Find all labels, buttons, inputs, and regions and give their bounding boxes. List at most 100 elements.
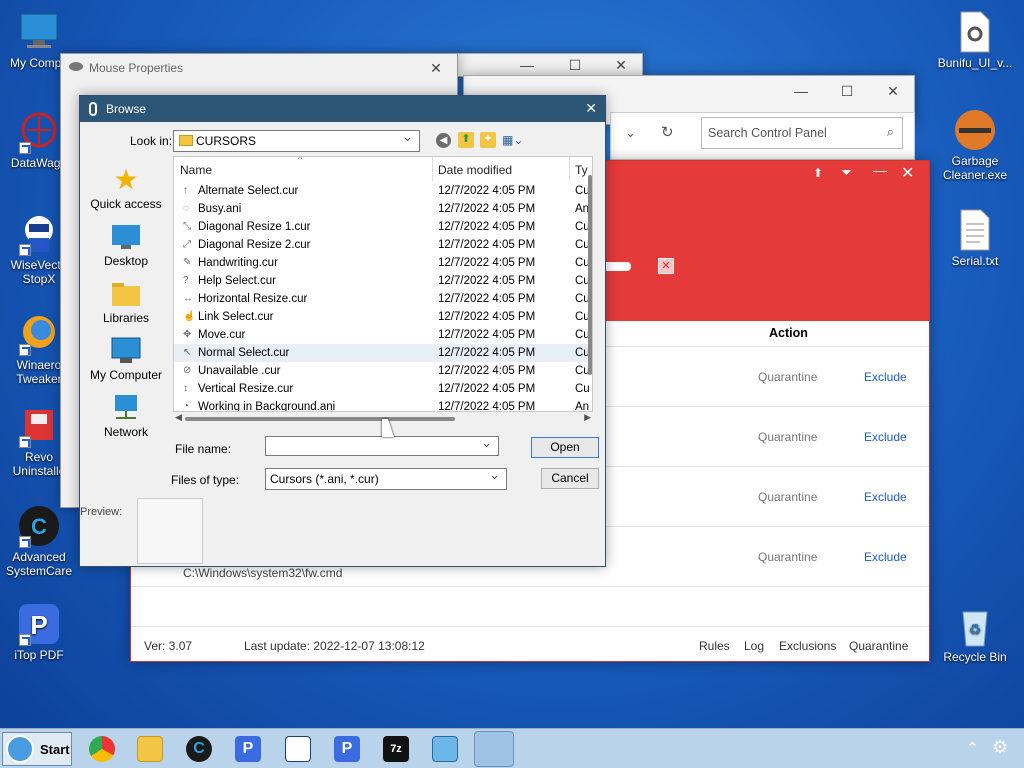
footer-link-quarantine[interactable]: Quarantine <box>849 639 908 653</box>
file-row[interactable]: ☝ Link Select.cur 12/7/2022 4:05 PM Cu <box>174 308 592 326</box>
close-icon[interactable]: ✕ <box>901 163 914 183</box>
look-in-select[interactable]: CURSORS <box>173 129 420 152</box>
mouse-taskbar-icon[interactable] <box>474 731 514 767</box>
place-libraries[interactable]: Libraries <box>84 280 168 325</box>
exclude-button[interactable]: Exclude <box>864 370 907 384</box>
7zip-icon[interactable]: 7z <box>383 736 409 762</box>
file-row[interactable]: ✎ Handwriting.cur 12/7/2022 4:05 PM Cu <box>174 254 592 272</box>
column-type[interactable]: Ty <box>575 163 588 177</box>
files-of-type-select[interactable]: Cursors (*.ani, *.cur) <box>265 467 507 490</box>
advanced-systemcare-taskbar-icon[interactable]: C <box>186 736 212 762</box>
refresh-icon[interactable]: ↻ <box>661 123 674 141</box>
column-date-modified[interactable]: Date modified <box>438 163 512 177</box>
place-my-computer[interactable]: My Computer <box>84 337 168 382</box>
minimize-icon[interactable]: — <box>778 76 824 106</box>
exclude-button[interactable]: Exclude <box>864 490 907 504</box>
vertical-scrollbar[interactable] <box>588 175 592 375</box>
last-update-label: Last update: 2022-12-07 13:08:12 <box>244 639 425 653</box>
desktop-icon-serial-txt[interactable]: Serial.txt <box>936 208 1014 268</box>
file-row[interactable]: ↔ Horizontal Resize.cur 12/7/2022 4:05 PM C… <box>174 290 592 308</box>
file-date: 12/7/2022 4:05 PM <box>438 221 536 233</box>
file-row[interactable]: ↕ Vertical Resize.cur 12/7/2022 4:05 PM Cu <box>174 380 592 398</box>
footer-link-log[interactable]: Log <box>744 639 764 653</box>
clear-icon[interactable]: ✕ <box>658 258 674 274</box>
minimize-icon[interactable]: — <box>873 162 887 178</box>
wisevector-taskbar-icon[interactable] <box>285 736 311 762</box>
desktop-icon-bunifu[interactable]: Bunifu_UI_v... <box>936 10 1014 70</box>
gear-icon[interactable]: ⚙ <box>992 737 1008 758</box>
desktop-icon-garbage-cleaner[interactable]: Garbage Cleaner.exe <box>936 108 1014 182</box>
dialog-icon <box>89 102 97 116</box>
file-row[interactable]: ? Help Select.cur 12/7/2022 4:05 PM Cu <box>174 272 592 290</box>
quarantine-button[interactable]: Quarantine <box>758 490 817 504</box>
datawago-icon <box>17 110 61 154</box>
desktop-icon-itop-pdf[interactable]: P iTop PDF <box>0 602 78 662</box>
column-name[interactable]: Name <box>180 163 212 177</box>
revo-icon <box>17 404 61 448</box>
back-icon[interactable]: ◀ <box>436 133 451 148</box>
control-panel-taskbar-icon[interactable] <box>432 736 458 762</box>
cursor-file-icon: ☝ <box>183 311 196 322</box>
start-button[interactable]: Start <box>2 732 72 766</box>
file-list[interactable]: Name ^ Date modified Ty ↑ Alternate Selec… <box>173 156 593 412</box>
maximize-icon[interactable]: ☐ <box>824 76 870 106</box>
file-row[interactable]: ↖ Normal Select.cur 12/7/2022 4:05 PM Cu <box>174 344 592 362</box>
place-quick-access[interactable]: ★ Quick access <box>84 164 168 212</box>
close-icon[interactable]: ✕ <box>870 76 916 106</box>
quarantine-button[interactable]: Quarantine <box>758 370 817 384</box>
file-name-input[interactable] <box>265 435 499 456</box>
cursor-file-icon: ◌ <box>183 203 189 214</box>
footer-link-exclusions[interactable]: Exclusions <box>779 639 836 653</box>
itop-pdf-taskbar-icon[interactable]: P <box>235 736 261 762</box>
chevron-down-icon[interactable]: ⌄ <box>625 125 636 141</box>
scroll-right-icon[interactable]: ▶ <box>584 412 591 423</box>
quarantine-button[interactable]: Quarantine <box>758 430 817 444</box>
desktop-icon-recycle-bin[interactable]: ♻ Recycle Bin <box>936 604 1014 664</box>
exclude-button[interactable]: Exclude <box>864 550 907 564</box>
close-icon[interactable]: ✕ <box>413 53 459 83</box>
file-row[interactable]: ◔ Working in Background.ani 12/7/2022 4:05… <box>174 398 592 412</box>
file-row[interactable]: ⤢ Diagonal Resize 2.cur 12/7/2022 4:05 PM C… <box>174 236 592 254</box>
view-menu-icon[interactable]: ▦⌄ <box>502 133 524 147</box>
itop-pdf-taskbar-icon-2[interactable]: P <box>334 736 360 762</box>
start-label: Start <box>40 741 70 757</box>
chevron-up-icon[interactable]: ⌃ <box>966 739 979 757</box>
place-desktop[interactable]: Desktop <box>84 223 168 268</box>
look-in-value: CURSORS <box>196 134 257 148</box>
quarantine-button[interactable]: Quarantine <box>758 550 817 564</box>
up-folder-icon[interactable]: ⬆ <box>458 132 474 148</box>
file-name: Help Select.cur <box>198 275 276 287</box>
background-window: — ☐ ✕ <box>455 53 643 77</box>
menu-icon[interactable]: ⏷ <box>841 164 852 181</box>
file-row[interactable]: ◌ Busy.ani 12/7/2022 4:05 PM An <box>174 200 592 218</box>
scroll-thumb[interactable] <box>185 417 455 421</box>
cursor-file-icon: ↕ <box>183 383 188 394</box>
exclude-button[interactable]: Exclude <box>864 430 907 444</box>
footer-link-rules[interactable]: Rules <box>699 639 730 653</box>
file-row[interactable]: ↑ Alternate Select.cur 12/7/2022 4:05 PM Cu <box>174 182 592 200</box>
place-network[interactable]: Network <box>84 394 168 439</box>
wisevector-icon <box>17 212 61 256</box>
file-date: 12/7/2022 4:05 PM <box>438 311 536 323</box>
star-icon: ★ <box>113 164 139 195</box>
file-date: 12/7/2022 4:05 PM <box>438 329 536 341</box>
chrome-icon[interactable] <box>89 736 115 762</box>
new-folder-icon[interactable]: ✦ <box>480 132 496 148</box>
browse-dialog: Browse ✕ Look in: CURSORS ◀ ⬆ ✦ ▦⌄ ★ Qui… <box>79 95 606 567</box>
search-input[interactable]: Search Control Panel ⌕ <box>701 117 903 149</box>
scroll-left-icon[interactable]: ◀ <box>175 412 182 423</box>
file-explorer-icon[interactable] <box>137 736 163 762</box>
cursor-file-icon: ⊘ <box>183 365 192 376</box>
desktop-icon-advanced-systemcare[interactable]: C Advanced SystemCare <box>0 504 78 578</box>
place-label: Network <box>103 425 148 439</box>
file-row[interactable]: ✥ Move.cur 12/7/2022 4:05 PM Cu <box>174 326 592 344</box>
place-label: Desktop <box>103 254 149 268</box>
close-icon[interactable]: ✕ <box>585 100 597 117</box>
file-date: 12/7/2022 4:05 PM <box>438 401 536 412</box>
file-row[interactable]: ⊘ Unavailable .cur 12/7/2022 4:05 PM Cu <box>174 362 592 380</box>
file-row[interactable]: ⤡ Diagonal Resize 1.cur 12/7/2022 4:05 PM C… <box>174 218 592 236</box>
pin-icon[interactable]: ⬆ <box>813 166 823 180</box>
open-button[interactable]: Open <box>531 437 599 458</box>
cancel-button[interactable]: Cancel <box>541 468 599 489</box>
cursor-file-icon: ◔ <box>183 401 190 412</box>
